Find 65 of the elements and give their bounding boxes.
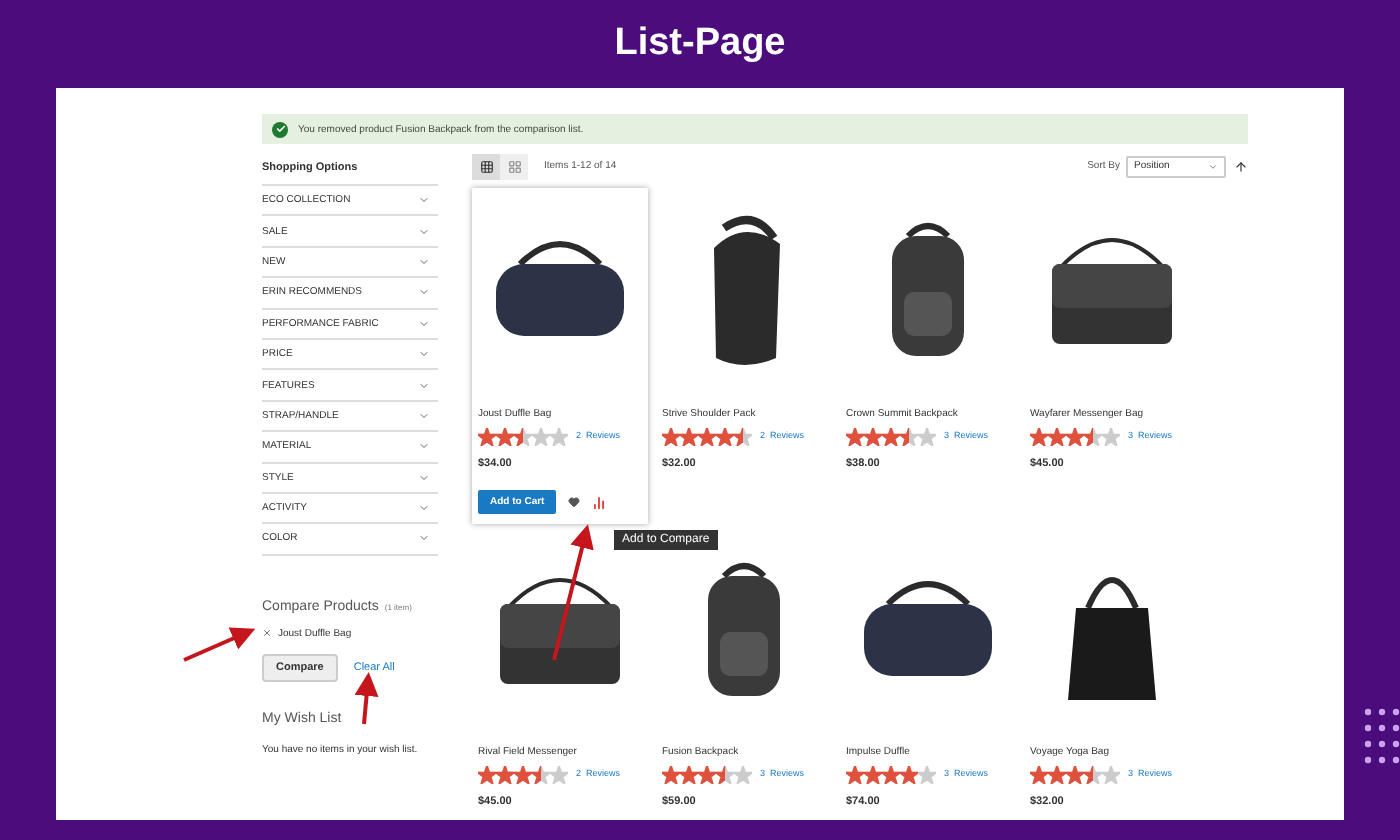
star-icon xyxy=(698,766,716,784)
star-icon xyxy=(550,428,568,446)
star-icon xyxy=(864,766,882,784)
star-icon xyxy=(478,766,496,784)
dot-pattern-drawing xyxy=(1364,708,1400,764)
chevron-down-icon xyxy=(418,532,430,545)
chevron-down-icon xyxy=(418,348,430,361)
star-icon xyxy=(478,428,496,446)
sort-direction-icon[interactable] xyxy=(1234,159,1248,173)
chevron-down-icon xyxy=(418,409,430,422)
star-icon xyxy=(846,766,864,784)
chevron-down-icon xyxy=(418,317,430,330)
star-icon xyxy=(1030,766,1048,784)
star-icon xyxy=(1102,428,1120,446)
wishlist-heart-icon[interactable] xyxy=(568,496,581,508)
star-icon xyxy=(680,766,698,784)
star-icon xyxy=(1084,428,1102,446)
check-icon xyxy=(272,121,288,137)
star-icon xyxy=(900,766,918,784)
star-icon xyxy=(662,766,680,784)
page-title: List-Page xyxy=(614,20,786,68)
star-icon xyxy=(918,766,936,784)
star-icon xyxy=(918,428,936,446)
star-icon xyxy=(882,428,900,446)
star-icon xyxy=(1066,766,1084,784)
chevron-down-icon xyxy=(418,471,430,484)
star-icon xyxy=(1084,766,1102,784)
chevron-down-icon xyxy=(418,379,430,392)
chevron-down-icon xyxy=(418,255,430,268)
tiles-icon xyxy=(507,159,521,173)
star-icon xyxy=(900,428,918,446)
star-icon xyxy=(846,428,864,446)
annotation-arrow xyxy=(552,524,594,661)
chevron-down-icon xyxy=(418,286,430,299)
star-icon xyxy=(1066,428,1084,446)
star-icon xyxy=(734,428,752,446)
star-icon xyxy=(514,428,532,446)
chevron-down-icon xyxy=(418,440,430,453)
annotation-arrow xyxy=(183,627,256,662)
star-icon xyxy=(514,766,532,784)
star-icon xyxy=(662,428,680,446)
compare-icon[interactable] xyxy=(592,495,607,509)
star-icon xyxy=(864,428,882,446)
grid-view-button[interactable] xyxy=(472,153,500,179)
star-icon xyxy=(716,766,734,784)
chevron-down-icon xyxy=(418,194,430,207)
star-icon xyxy=(550,766,568,784)
star-icon xyxy=(734,766,752,784)
chevron-down-icon xyxy=(418,225,430,238)
star-icon xyxy=(532,766,550,784)
grid-icon xyxy=(479,159,493,173)
star-icon xyxy=(882,766,900,784)
star-icon xyxy=(532,428,550,446)
annotation-arrow xyxy=(354,672,379,725)
star-icon xyxy=(1048,428,1066,446)
star-icon xyxy=(680,428,698,446)
chevron-down-icon xyxy=(1208,161,1218,171)
star-icon xyxy=(1102,766,1120,784)
star-icon xyxy=(1030,428,1048,446)
star-icon xyxy=(716,428,734,446)
chevron-down-icon xyxy=(418,502,430,515)
star-icon xyxy=(1048,766,1066,784)
star-icon xyxy=(496,428,514,446)
star-icon xyxy=(698,428,716,446)
star-icon xyxy=(496,766,514,784)
